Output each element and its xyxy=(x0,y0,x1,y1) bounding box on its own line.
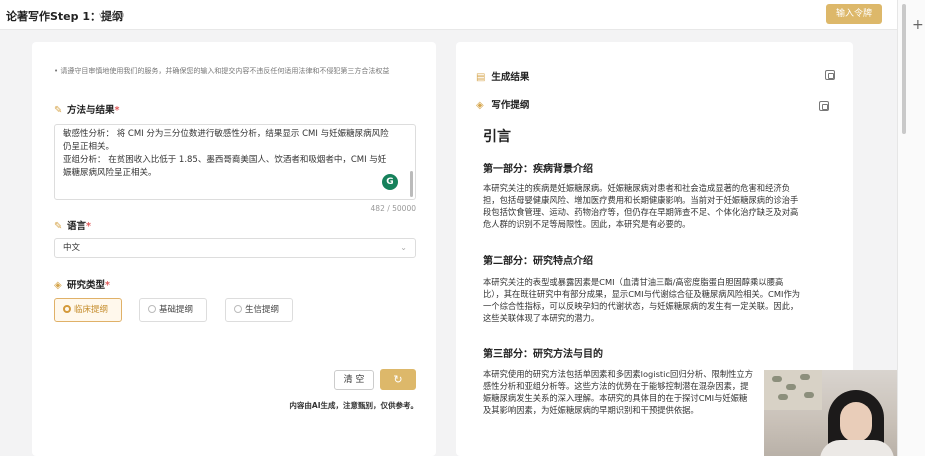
intro-title: 引言 xyxy=(483,129,511,145)
app-version: v2.1.0 xyxy=(99,11,125,20)
document-icon: ▤ xyxy=(476,72,486,83)
language-heading: ✎ 语言* xyxy=(54,221,91,232)
radio-clinical-outline[interactable]: 临床提纲 xyxy=(54,298,122,322)
method-results-textarea[interactable]: 敏感性分析： 将 CMI 分为三分位数进行敏感性分析，结果显示 CMI 与妊娠糖… xyxy=(54,124,416,200)
result-heading: ▤ 生成结果 xyxy=(476,72,530,83)
usage-notice: • 请遵守目审慎地使用我们的服务，并确保您的输入和提交内容不违反任何适用法律和不… xyxy=(54,67,390,75)
layers-icon: ◈ xyxy=(476,100,484,111)
clear-button[interactable]: 清 空 xyxy=(334,370,374,390)
radio-dot xyxy=(148,305,156,313)
input-panel: • 请遵守目审慎地使用我们的服务，并确保您的输入和提交内容不违反任何适用法律和不… xyxy=(32,42,436,456)
research-type-heading: ◈ 研究类型* xyxy=(54,280,110,291)
section-title: 第三部分：研究方法与目的 xyxy=(483,349,603,360)
edit-icon: ✎ xyxy=(54,105,63,116)
section-body: 本研究关注的疾病是妊娠糖尿病。妊娠糖尿病对患者和社会造成显著的危害和经济负 担，… xyxy=(483,183,799,229)
radio-basic-outline[interactable]: 基础提纲 xyxy=(139,298,207,322)
radio-bioinfo-outline[interactable]: 生信提纲 xyxy=(225,298,293,322)
section-body: 本研究关注的表型或暴露因素是CMI（血清甘油三酯/高密度脂蛋白胆固醇乘以腰高 比… xyxy=(483,277,801,323)
edit-icon: ✎ xyxy=(54,221,63,232)
webcam-overlay xyxy=(764,370,897,456)
top-bar: 论著写作Step 1：提纲 v2.1.0 输入令牌 xyxy=(0,0,897,30)
plus-icon[interactable]: + xyxy=(912,18,924,32)
refresh-icon: ↻ xyxy=(393,373,403,386)
radio-dot xyxy=(234,305,242,313)
copy-icon[interactable] xyxy=(819,101,829,111)
ai-disclaimer: 内容由AI生成，注意甄别，仅供参考。 xyxy=(289,401,418,410)
grammarly-icon[interactable]: G xyxy=(382,174,398,190)
char-counter: 482 / 50000 xyxy=(370,204,416,213)
presenter-face xyxy=(840,402,872,442)
textarea-scrollbar[interactable] xyxy=(410,171,413,197)
browser-side-strip: + xyxy=(897,0,925,456)
section-title: 第一部分：疾病背景介绍 xyxy=(483,164,593,175)
regenerate-button[interactable]: ↻ xyxy=(380,369,416,390)
background-plant xyxy=(764,370,822,410)
radio-dot xyxy=(63,305,71,313)
chevron-down-icon: ⌄ xyxy=(400,243,407,252)
method-results-heading: ✎ 方法与结果* xyxy=(54,105,120,116)
language-select[interactable]: 中文 ⌄ xyxy=(54,238,416,258)
section-title: 第二部分：研究特点介绍 xyxy=(483,256,593,267)
layers-icon: ◈ xyxy=(54,280,62,291)
page-scrollbar[interactable] xyxy=(902,4,906,134)
presenter-body xyxy=(820,440,894,456)
enter-token-button[interactable]: 输入令牌 xyxy=(826,4,882,24)
outline-heading: ◈ 写作提纲 xyxy=(476,100,530,111)
copy-icon[interactable] xyxy=(825,70,835,80)
